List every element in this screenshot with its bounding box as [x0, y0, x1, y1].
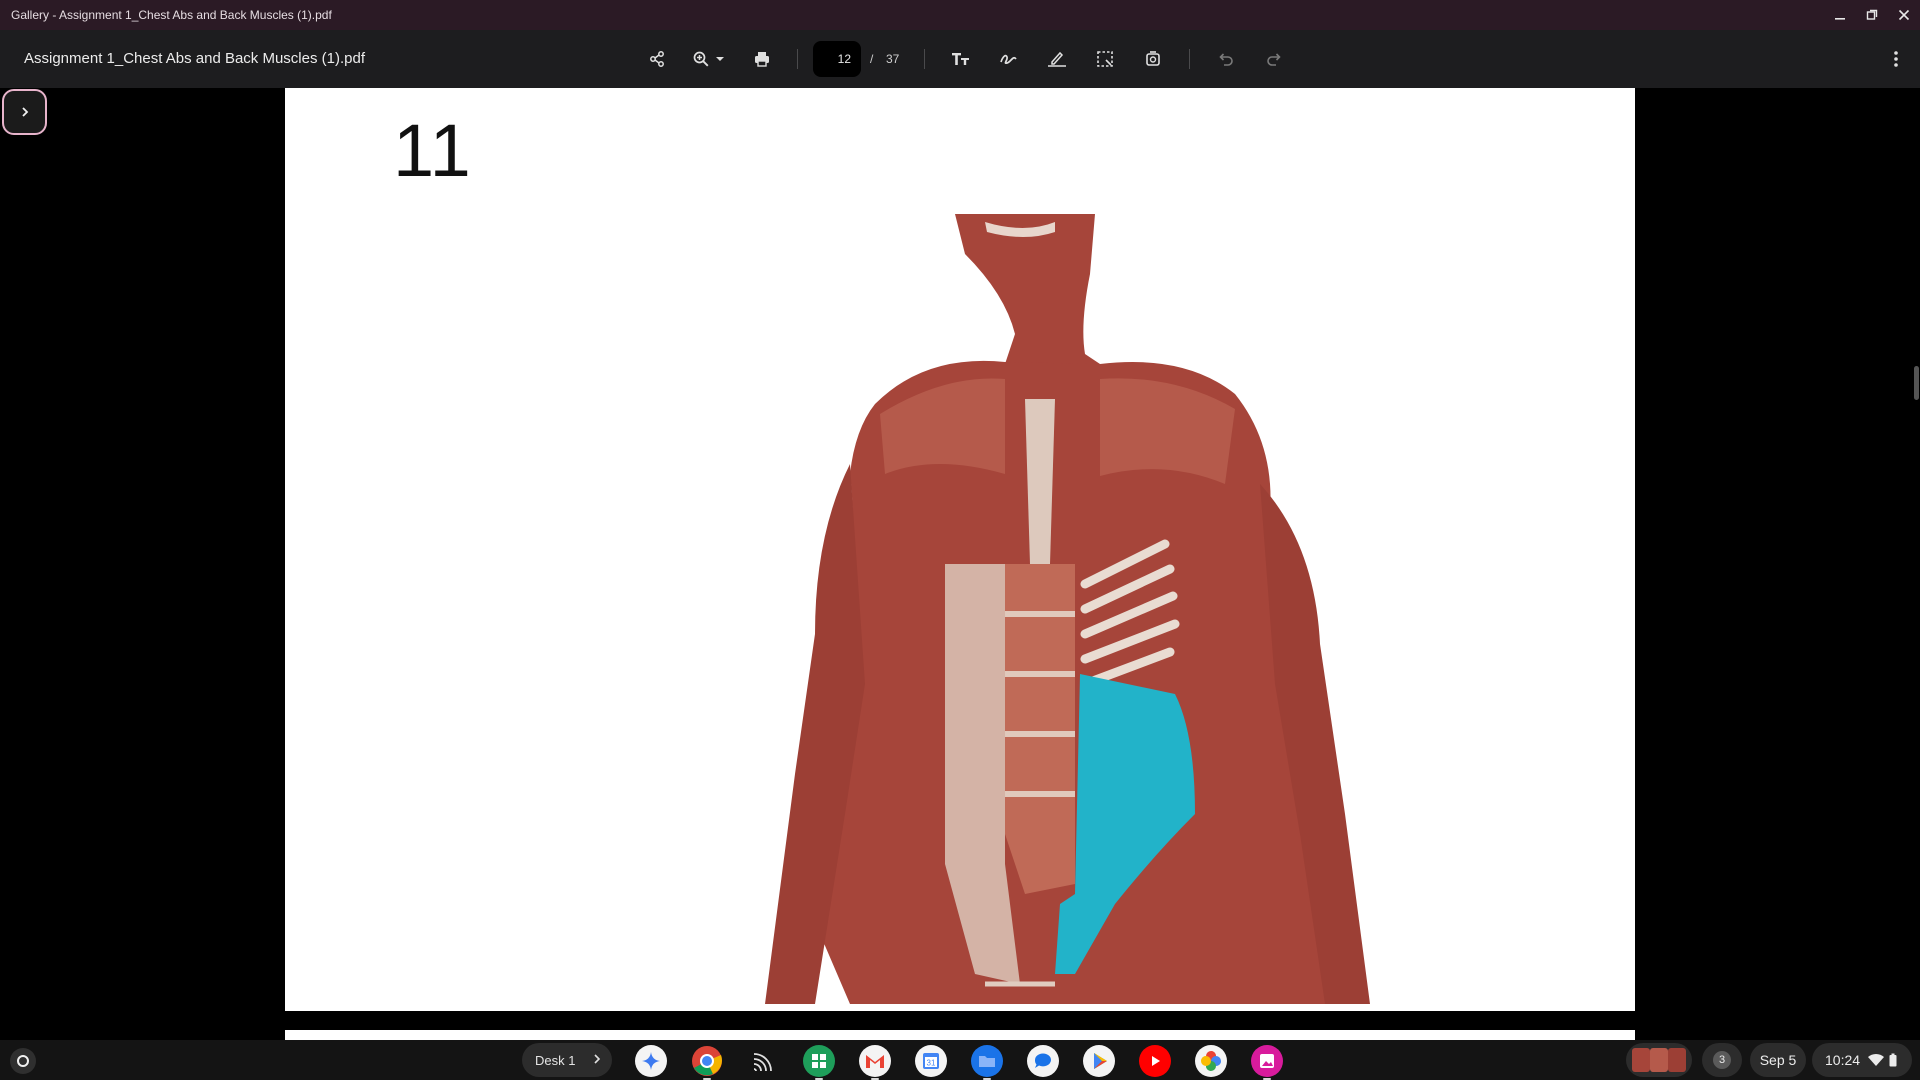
- time-label: 10:24: [1825, 1052, 1861, 1068]
- files-icon[interactable]: [971, 1045, 1003, 1080]
- restore-icon[interactable]: [1856, 0, 1888, 30]
- print-icon[interactable]: [748, 45, 776, 73]
- gemini-icon[interactable]: [635, 1045, 667, 1077]
- window-controls: [1824, 0, 1920, 30]
- sheets-icon[interactable]: [803, 1045, 835, 1080]
- calendar-icon[interactable]: 31: [915, 1045, 947, 1077]
- photos-icon[interactable]: [1195, 1045, 1227, 1077]
- page-separator: /: [870, 52, 874, 66]
- youtube-icon[interactable]: [1139, 1045, 1171, 1077]
- minimize-icon[interactable]: [1824, 0, 1856, 30]
- select-area-icon[interactable]: [1091, 45, 1119, 73]
- date-chip[interactable]: Sep 5: [1750, 1043, 1806, 1077]
- battery-icon: [1889, 1053, 1897, 1067]
- system-shelf: Desk 1 31 3 Sep 5 10:24: [0, 1040, 1920, 1080]
- messages-icon[interactable]: [1027, 1045, 1059, 1077]
- wifi-icon: [1868, 1053, 1885, 1066]
- total-pages: 37: [886, 52, 900, 66]
- thumbnail-image: [1668, 1048, 1686, 1072]
- rotate-icon[interactable]: [1139, 45, 1167, 73]
- desk-switcher-button[interactable]: Desk 1: [522, 1043, 612, 1077]
- svg-text:31: 31: [927, 1059, 936, 1068]
- gmail-icon[interactable]: [859, 1045, 891, 1080]
- window-title-bar: Gallery - Assignment 1_Chest Abs and Bac…: [0, 0, 1920, 30]
- toolbar-separator: [1189, 49, 1190, 69]
- chevron-right-icon: [21, 107, 28, 117]
- scrollbar-thumb[interactable]: [1914, 366, 1919, 400]
- holding-space-thumbnails[interactable]: [1626, 1043, 1692, 1077]
- window-title: Gallery - Assignment 1_Chest Abs and Bac…: [11, 8, 332, 22]
- close-icon[interactable]: [1888, 0, 1920, 30]
- sign-icon[interactable]: [1043, 45, 1071, 73]
- more-vert-icon[interactable]: [1882, 45, 1910, 73]
- sidebar-toggle-button[interactable]: [2, 89, 47, 135]
- document-title: Assignment 1_Chest Abs and Back Muscles …: [24, 50, 366, 67]
- cast-icon[interactable]: [747, 1045, 779, 1077]
- chevron-down-icon[interactable]: [712, 45, 728, 73]
- page-number-input[interactable]: [813, 41, 861, 77]
- thumbnail-image: [1632, 1048, 1650, 1072]
- text-icon[interactable]: [947, 45, 975, 73]
- launcher-icon: [17, 1055, 29, 1067]
- undo-icon[interactable]: [1212, 45, 1240, 73]
- desk-label: Desk 1: [535, 1052, 576, 1068]
- toolbar-separator: [924, 49, 925, 69]
- thumbnail-image: [1650, 1048, 1668, 1072]
- redo-icon[interactable]: [1260, 45, 1288, 73]
- chevron-right-icon: [594, 1054, 601, 1064]
- zoom-in-icon[interactable]: [687, 45, 715, 73]
- draw-icon[interactable]: [995, 45, 1023, 73]
- gallery-icon[interactable]: [1251, 1045, 1283, 1080]
- page-number-label: 11: [393, 109, 472, 192]
- pdf-viewer[interactable]: 11: [0, 88, 1920, 1050]
- play-store-icon[interactable]: [1083, 1045, 1115, 1077]
- launcher-button[interactable]: [10, 1048, 36, 1074]
- date-label: Sep 5: [1759, 1052, 1797, 1068]
- toolbar-separator: [797, 49, 798, 69]
- chrome-icon[interactable]: [691, 1045, 723, 1080]
- anatomical-torso-image: [765, 214, 1370, 1004]
- pdf-page: 11: [285, 88, 1635, 1011]
- notification-count: 3: [1713, 1051, 1731, 1069]
- pdf-toolbar: Assignment 1_Chest Abs and Back Muscles …: [0, 30, 1920, 88]
- status-area[interactable]: 10:24: [1812, 1043, 1912, 1077]
- share-icon[interactable]: [643, 45, 671, 73]
- notification-counter[interactable]: 3: [1702, 1043, 1742, 1077]
